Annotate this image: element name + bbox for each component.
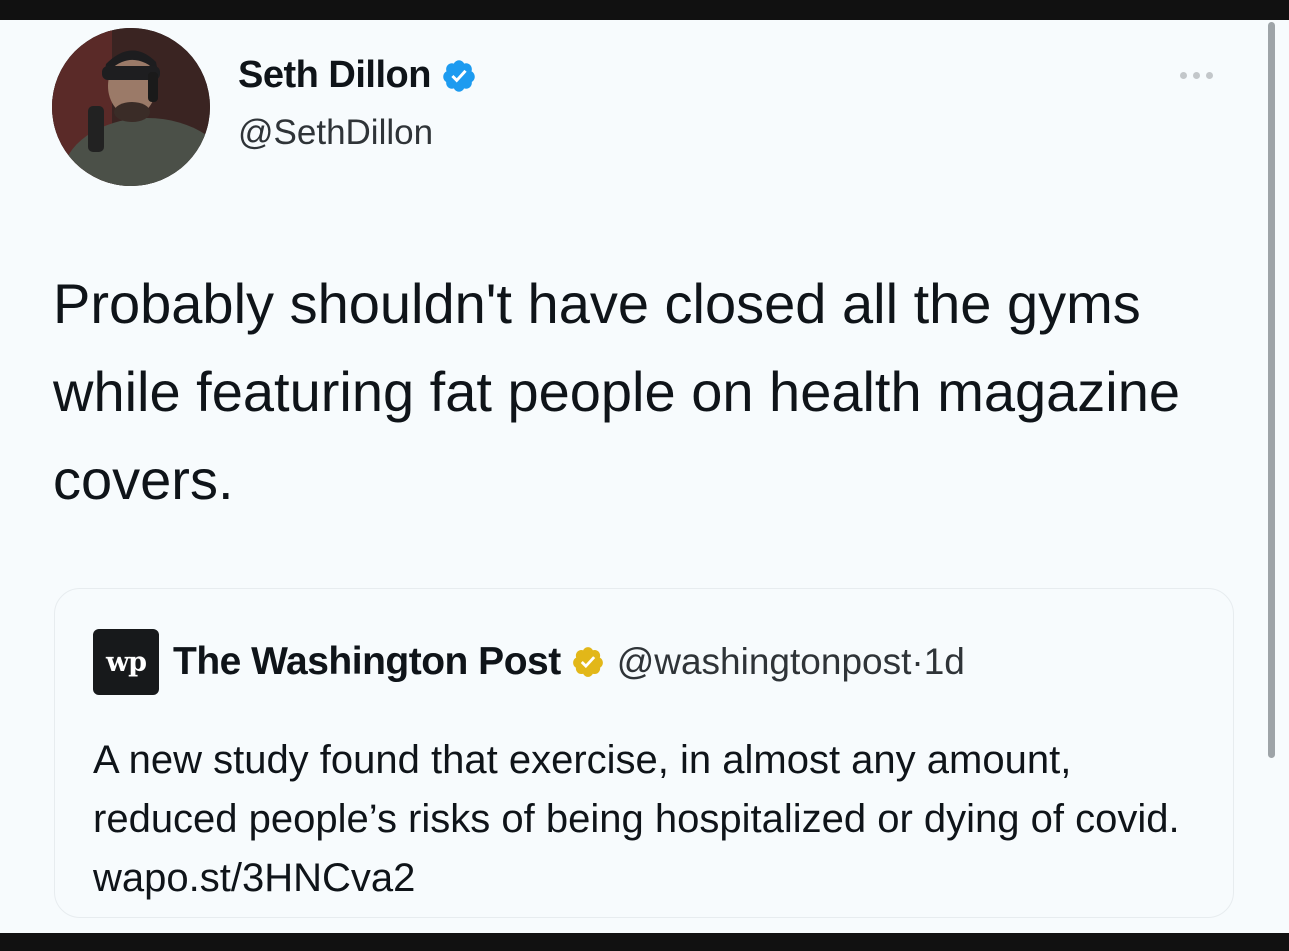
verified-badge-icon: [441, 58, 477, 94]
quoted-timestamp[interactable]: 1d: [924, 641, 965, 683]
avatar[interactable]: [52, 28, 210, 186]
tweet-text: Probably shouldn't have closed all the g…: [53, 272, 1180, 511]
author-name[interactable]: Seth Dillon: [238, 54, 431, 97]
separator-dot: ·: [911, 641, 924, 682]
tweet-view: Seth Dillon @SethDillon Probably shouldn…: [0, 20, 1289, 933]
avatar-photo: [52, 28, 210, 186]
dot: [1206, 72, 1213, 79]
dot: [1193, 72, 1200, 79]
quoted-author-name[interactable]: The Washington Post: [173, 640, 561, 684]
verified-badge-icon: [571, 645, 605, 679]
author-name-row: Seth Dillon: [238, 54, 477, 97]
dot: [1180, 72, 1187, 79]
quoted-tweet-header: wp The Washington Post @washingtonpost ·…: [93, 629, 965, 695]
bottom-border: [0, 933, 1289, 951]
quoted-tweet-card[interactable]: wp The Washington Post @washingtonpost ·…: [54, 588, 1234, 918]
more-options-icon[interactable]: [1180, 72, 1213, 79]
top-border: [0, 0, 1289, 20]
quoted-author-handle[interactable]: @washingtonpost: [617, 641, 912, 683]
quoted-tweet-text: A new study found that exercise, in almo…: [93, 738, 1180, 900]
washington-post-logo: wp: [93, 629, 159, 695]
author-handle[interactable]: @SethDillon: [238, 113, 433, 153]
scrollbar[interactable]: [1268, 22, 1275, 758]
